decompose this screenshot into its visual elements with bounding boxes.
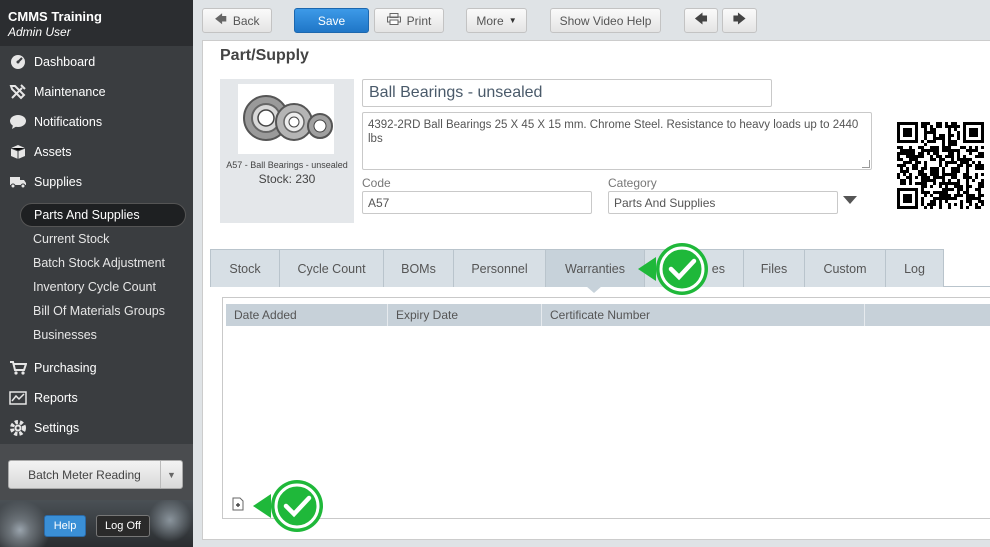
batch-meter-reading-button[interactable]: Batch Meter Reading ▼ [8, 460, 183, 489]
part-name-input[interactable]: Ball Bearings - unsealed [362, 79, 772, 107]
tab-custom[interactable]: Custom [804, 249, 886, 287]
back-label: Back [232, 13, 260, 28]
sub-nav-businesses[interactable]: Businesses [20, 323, 186, 347]
tab-cycle-count[interactable]: Cycle Count [279, 249, 384, 287]
active-tab-pointer [586, 286, 602, 293]
tools-icon [8, 83, 28, 101]
batch-meter-label: Batch Meter Reading [28, 467, 141, 482]
tab-stock[interactable]: Stock [210, 249, 280, 287]
check-callout-icon [638, 243, 708, 295]
resize-handle-icon[interactable] [862, 160, 870, 168]
nav-settings[interactable]: Settings [0, 413, 193, 443]
app-title: CMMS Training [8, 9, 102, 24]
print-label: Print [406, 13, 432, 28]
nav-label: Reports [34, 391, 78, 405]
nav-label: Notifications [34, 115, 103, 129]
nav-reports[interactable]: Reports [0, 383, 193, 413]
printer-icon [386, 13, 401, 28]
help-button[interactable]: Help [44, 515, 86, 537]
chevron-down-icon[interactable]: ▼ [160, 461, 182, 488]
code-input[interactable]: A57 [362, 191, 592, 214]
log-off-button[interactable]: Log Off [96, 515, 150, 537]
arrow-left-icon: 🡄 [214, 12, 227, 26]
nav-label: Supplies [34, 175, 82, 189]
code-label: Code [362, 176, 391, 190]
sub-nav-current-stock[interactable]: Current Stock [20, 227, 186, 251]
page-title: Part/Supply [220, 47, 309, 64]
box-icon [8, 143, 28, 161]
sub-nav-batch-stock-adjustment[interactable]: Batch Stock Adjustment [20, 251, 186, 275]
brand-header: CMMS Training Admin User [0, 0, 193, 46]
next-record-button[interactable]: 🡆 [722, 8, 757, 33]
save-button[interactable]: Save [294, 8, 369, 33]
image-caption: A57 - Ball Bearings - unsealed [226, 160, 348, 170]
nav-supplies[interactable]: Supplies [0, 167, 193, 197]
tab-log[interactable]: Log [885, 249, 944, 287]
user-name: Admin User [8, 25, 71, 39]
column-certificate-number[interactable]: Certificate Number [542, 304, 865, 326]
nav-notifications[interactable]: Notifications [0, 107, 193, 137]
previous-record-button[interactable]: 🡄 [684, 8, 718, 33]
chat-bubble-icon [8, 113, 28, 131]
sub-nav-parts-and-supplies[interactable]: Parts And Supplies [20, 203, 186, 227]
category-label: Category [608, 176, 657, 190]
category-select[interactable]: Parts And Supplies [608, 191, 838, 214]
arrow-left-icon: 🡄 [694, 10, 708, 26]
more-button[interactable]: More ▼ [466, 8, 527, 33]
column-date-added[interactable]: Date Added [226, 304, 388, 326]
check-callout-icon [253, 480, 323, 532]
chart-icon [8, 389, 28, 407]
nav-maintenance[interactable]: Maintenance [0, 77, 193, 107]
tab-personnel[interactable]: Personnel [453, 249, 546, 287]
truck-icon [8, 173, 28, 191]
gear-icon [8, 419, 28, 437]
stock-count: Stock: 230 [258, 172, 316, 186]
description-textarea[interactable]: 4392-2RD Ball Bearings 25 X 45 X 15 mm. … [362, 112, 872, 170]
sub-nav-inventory-cycle-count[interactable]: Inventory Cycle Count [20, 275, 186, 299]
grid-header: Date Added Expiry Date Certificate Numbe… [226, 304, 990, 326]
column-expiry-date[interactable]: Expiry Date [388, 304, 542, 326]
tab-warranties[interactable]: Warranties [545, 249, 645, 287]
nav-label: Dashboard [34, 55, 96, 69]
nav-label: Settings [34, 421, 80, 435]
caret-down-icon: ▼ [508, 16, 517, 25]
category-dropdown-icon[interactable] [843, 196, 857, 204]
dashboard-icon [8, 53, 28, 71]
sub-nav-bom-groups[interactable]: Bill Of Materials Groups [20, 299, 186, 323]
tab-boms[interactable]: BOMs [383, 249, 454, 287]
show-video-help-button[interactable]: Show Video Help [550, 8, 661, 33]
arrow-right-icon: 🡆 [732, 10, 747, 26]
back-button[interactable]: 🡄 Back [202, 8, 272, 33]
nav-assets[interactable]: Assets [0, 137, 193, 167]
tab-files[interactable]: Files [743, 249, 805, 287]
nav-purchasing[interactable]: Purchasing [0, 353, 193, 383]
cart-icon [8, 359, 28, 377]
print-button[interactable]: Print [374, 8, 444, 33]
warranties-panel [222, 297, 990, 519]
more-label: More [476, 13, 504, 28]
add-record-icon[interactable] [231, 497, 245, 511]
nav-label: Maintenance [34, 85, 106, 99]
qr-code [897, 122, 984, 209]
column-extra [865, 304, 990, 326]
nav-dashboard[interactable]: Dashboard [0, 47, 193, 77]
part-image[interactable] [238, 84, 334, 154]
nav-label: Assets [34, 145, 72, 159]
nav-label: Purchasing [34, 361, 97, 375]
